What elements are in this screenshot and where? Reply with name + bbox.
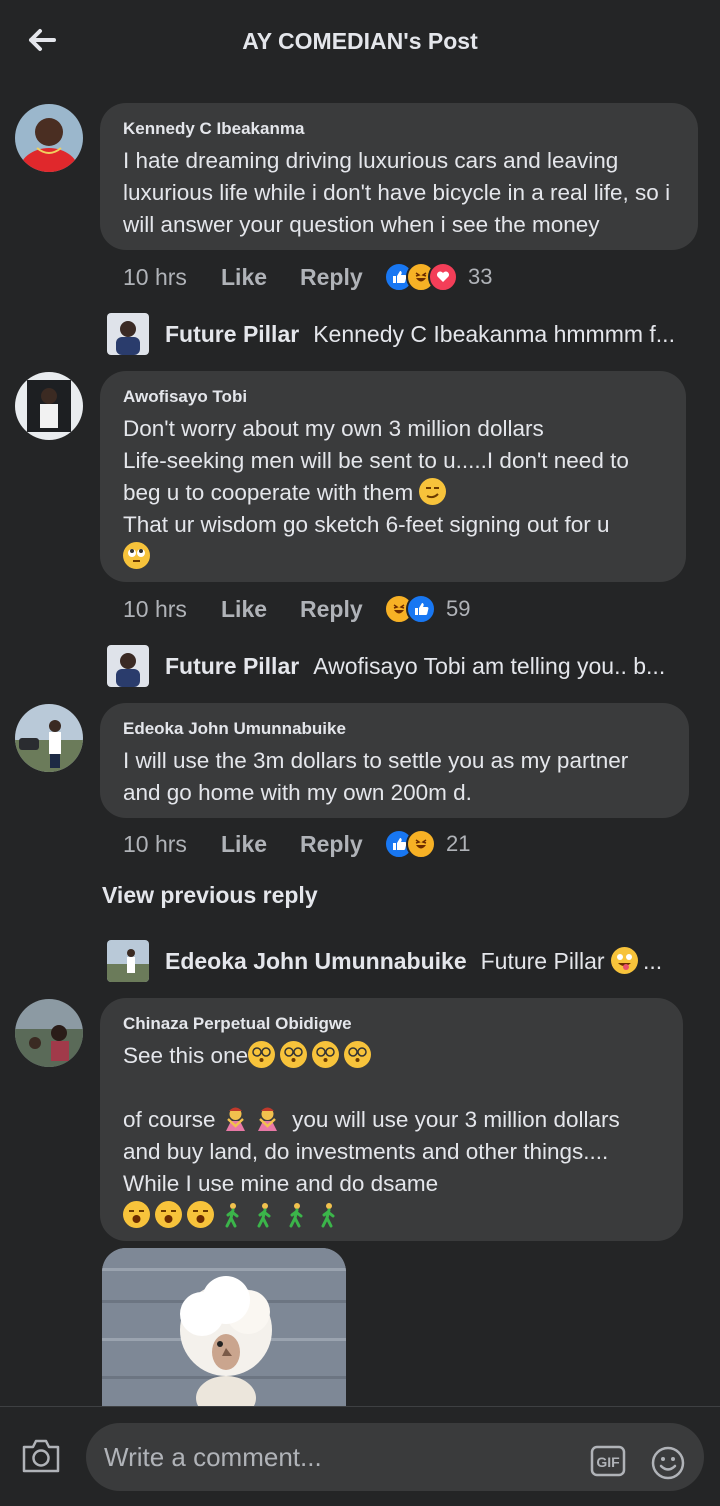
yawning-face-emoji-icon	[123, 1201, 150, 1228]
timestamp[interactable]: 10 hrs	[123, 831, 221, 858]
comment-text: I will use the 3m dollars to settle you …	[123, 748, 635, 805]
yawning-face-emoji-icon	[187, 1201, 214, 1228]
like-button[interactable]: Like	[221, 596, 300, 623]
tongue-emoji-icon	[610, 947, 638, 974]
comment-actions: 10 hrs Like Reply 59	[123, 592, 470, 626]
person-walking-emoji-icon	[283, 1201, 310, 1228]
comment-bubble: Chinaza Perpetual Obidigwe See this one …	[100, 998, 683, 1241]
comment-text: Don't worry about my own 3 million dolla…	[123, 413, 664, 573]
comment-author[interactable]: Kennedy C Ibeakanma	[123, 119, 676, 139]
avatar	[107, 313, 149, 355]
comment-author[interactable]: Awofisayo Tobi	[123, 387, 664, 407]
reply-author: Future Pillar	[165, 652, 300, 679]
dizzy-face-emoji-icon	[248, 1041, 276, 1068]
reply-preview[interactable]: Edeoka John Umunnabuike Future Pillar ..…	[107, 939, 662, 983]
comment-text: I hate dreaming driving luxurious cars a…	[123, 148, 677, 237]
emoji-button[interactable]	[650, 1445, 686, 1481]
reply-text: Future Pillar ...	[480, 947, 663, 975]
like-reaction-icon	[406, 594, 436, 624]
comment-author[interactable]: Chinaza Perpetual Obidigwe	[123, 1014, 661, 1034]
comment-composer: GIF	[0, 1406, 720, 1506]
dizzy-face-emoji-icon	[312, 1041, 340, 1068]
reaction-count[interactable]: 33	[468, 264, 492, 290]
comment-line: Life-seeking men will be sent to u.....I…	[123, 448, 636, 505]
avatar[interactable]	[15, 704, 83, 772]
reaction-count[interactable]: 21	[446, 831, 470, 857]
reply-mention: Future Pillar	[480, 948, 605, 974]
reaction-summary[interactable]	[384, 829, 436, 859]
person-walking-emoji-icon	[251, 1201, 278, 1228]
comment-bubble: Awofisayo Tobi Don't worry about my own …	[100, 371, 686, 582]
comment-bubble: Kennedy C Ibeakanma I hate dreaming driv…	[100, 103, 698, 250]
reply-preview[interactable]: Future Pillar Awofisayo Tobi am telling …	[107, 644, 665, 688]
like-button[interactable]: Like	[221, 831, 300, 858]
avatar[interactable]	[15, 104, 83, 172]
comment-line: See this one	[123, 1043, 249, 1068]
timestamp[interactable]: 10 hrs	[123, 264, 221, 291]
view-previous-reply-link[interactable]: View previous reply	[102, 882, 318, 909]
avatar	[107, 940, 149, 982]
haha-reaction-icon	[406, 829, 436, 859]
reply-text: Kennedy C Ibeakanma hmmmm f...	[313, 320, 675, 347]
gif-button[interactable]: GIF	[590, 1445, 626, 1481]
dizzy-face-emoji-icon	[280, 1041, 308, 1068]
reply-text: Awofisayo Tobi am telling you.. b...	[313, 652, 666, 679]
love-reaction-icon	[428, 262, 458, 292]
dizzy-face-emoji-icon	[344, 1041, 372, 1068]
like-button[interactable]: Like	[221, 264, 300, 291]
avatar[interactable]	[15, 999, 83, 1067]
avatar	[107, 645, 149, 687]
reply-author: Edeoka John Umunnabuike	[165, 947, 467, 974]
top-bar: AY COMEDIAN's Post	[0, 0, 720, 84]
reply-preview[interactable]: Future Pillar Kennedy C Ibeakanma hmmmm …	[107, 312, 675, 356]
comment-author[interactable]: Edeoka John Umunnabuike	[123, 719, 667, 739]
eye-roll-emoji-icon	[123, 542, 150, 569]
reaction-summary[interactable]	[384, 262, 458, 292]
smiley-icon	[651, 1446, 685, 1480]
camera-icon	[22, 1439, 60, 1473]
comment-text: See this one of course you will use your…	[123, 1040, 661, 1232]
yawning-face-emoji-icon	[155, 1201, 182, 1228]
smirk-emoji-icon	[419, 478, 447, 505]
reaction-summary[interactable]	[384, 594, 436, 624]
gif-label: GIF	[596, 1454, 620, 1470]
comment-line: of course	[123, 1107, 216, 1132]
comment-attachment-photo[interactable]	[102, 1248, 346, 1408]
woman-gesturing-no-emoji-icon	[222, 1105, 249, 1132]
camera-button[interactable]	[20, 1437, 62, 1477]
timestamp[interactable]: 10 hrs	[123, 596, 221, 623]
reply-author: Future Pillar	[165, 320, 300, 347]
comment-actions: 10 hrs Like Reply 33	[123, 260, 492, 294]
comment-line: While I use mine and do dsame	[123, 1171, 439, 1196]
comment-bubble: Edeoka John Umunnabuike I will use the 3…	[100, 703, 689, 818]
reply-button[interactable]: Reply	[300, 831, 384, 858]
comment-actions: 10 hrs Like Reply 21	[123, 827, 470, 861]
woman-gesturing-no-emoji-icon	[254, 1105, 281, 1132]
page-title: AY COMEDIAN's Post	[242, 28, 478, 54]
comment-line: That ur wisdom go sketch 6-feet signing …	[123, 512, 610, 537]
avatar[interactable]	[15, 372, 83, 440]
person-walking-emoji-icon	[315, 1201, 342, 1228]
reaction-count[interactable]: 59	[446, 596, 470, 622]
person-walking-emoji-icon	[219, 1201, 246, 1228]
reply-button[interactable]: Reply	[300, 596, 384, 623]
reply-button[interactable]: Reply	[300, 264, 384, 291]
reply-ellipsis: ...	[642, 948, 663, 974]
comment-line: Don't worry about my own 3 million dolla…	[123, 416, 544, 441]
